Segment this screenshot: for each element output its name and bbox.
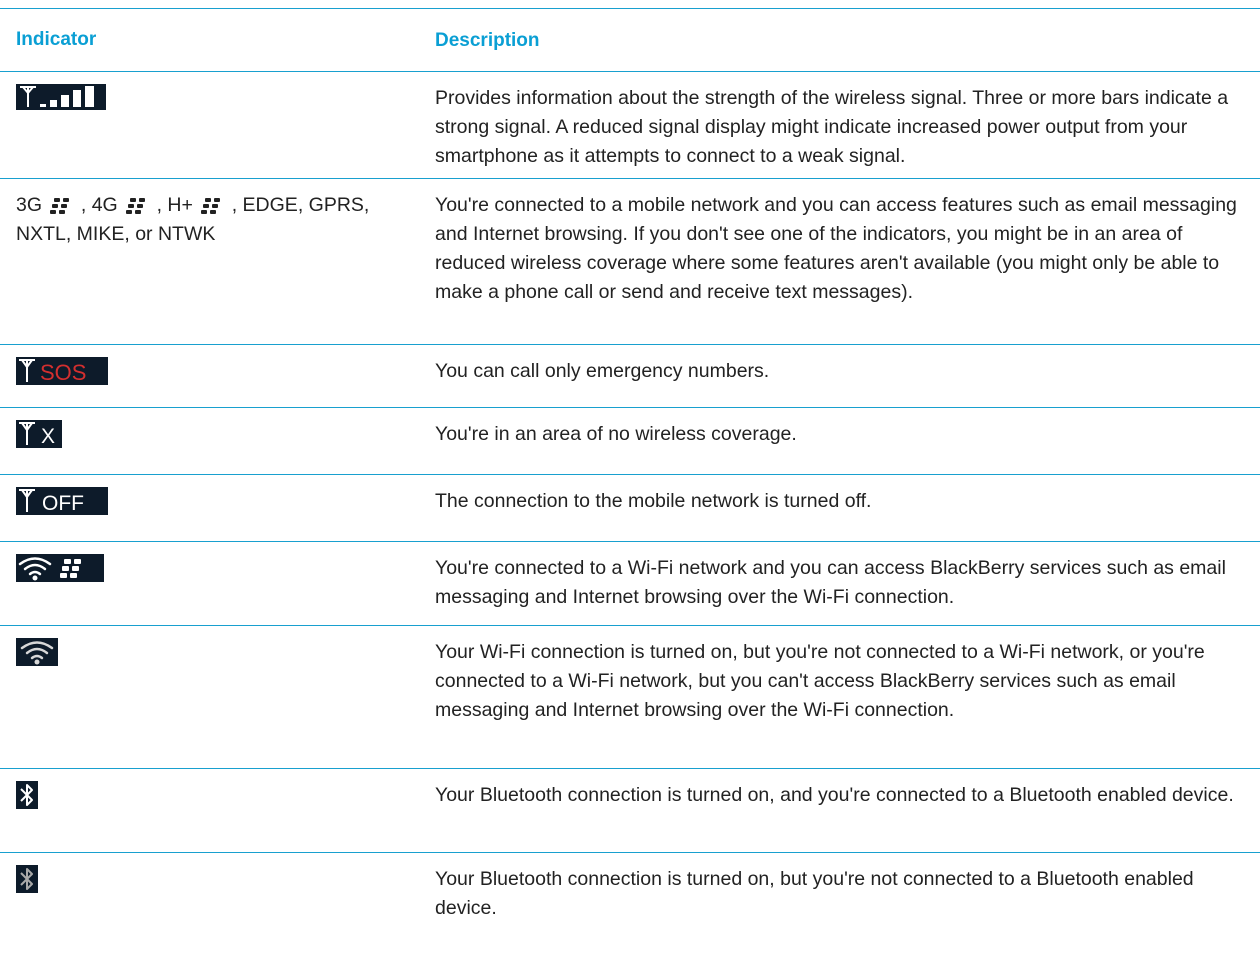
header-indicator: Indicator	[16, 29, 97, 50]
signal-no-coverage-icon: X	[16, 420, 416, 448]
indicator-cell: X	[0, 420, 416, 448]
wifi-blackberry-icon	[16, 554, 416, 582]
table-header: Indicator Description	[0, 8, 1260, 72]
wifi-icon	[16, 638, 416, 666]
table-row: Your Bluetooth connection is turned on, …	[0, 853, 1260, 939]
indicator-table: Indicator Description Provides informati…	[0, 8, 1260, 939]
description-cell: Provides information about the strength …	[435, 87, 1229, 167]
indicator-cell: OFF	[0, 487, 416, 515]
signal-strength-icon	[16, 84, 416, 110]
svg-text:SOS: SOS	[40, 360, 86, 385]
svg-text:X: X	[41, 425, 55, 448]
indicator-cell	[0, 865, 416, 893]
table-row: You're connected to a Wi-Fi network and …	[0, 542, 1260, 626]
description-cell: The connection to the mobile network is …	[435, 490, 872, 512]
bluetooth-connected-icon	[16, 781, 416, 809]
indicator-text-hplus: , H+	[156, 194, 193, 216]
indicator-cell	[0, 554, 416, 582]
table-row: 3G , 4G , H+ , EDGE, GPRS, NXTL, MIKE, o…	[0, 179, 1260, 345]
indicator-cell: SOS	[0, 357, 416, 385]
description-cell: You're connected to a Wi-Fi network and …	[435, 557, 1226, 608]
indicator-text-4g: , 4G	[80, 194, 118, 216]
table-row: SOS You can call only emergency numbers.	[0, 345, 1260, 408]
indicator-cell	[0, 638, 416, 666]
blackberry-logo-icon	[50, 198, 72, 214]
description-cell: You're connected to a mobile network and…	[435, 194, 1237, 303]
table-row: OFF The connection to the mobile network…	[0, 475, 1260, 542]
description-cell: Your Bluetooth connection is turned on, …	[435, 784, 1234, 806]
indicator-cell	[0, 781, 416, 809]
table-row: X You're in an area of no wireless cover…	[0, 408, 1260, 475]
indicator-cell: 3G , 4G , H+ , EDGE, GPRS, NXTL, MIKE, o…	[0, 191, 416, 249]
signal-sos-icon: SOS	[16, 357, 416, 385]
description-cell: You can call only emergency numbers.	[435, 360, 770, 382]
bluetooth-on-icon	[16, 865, 416, 893]
indicator-cell	[0, 84, 416, 110]
description-cell: You're in an area of no wireless coverag…	[435, 423, 797, 445]
signal-off-icon: OFF	[16, 487, 416, 515]
indicator-text-3g: 3G	[16, 194, 43, 216]
svg-text:OFF: OFF	[42, 492, 84, 515]
blackberry-logo-icon	[201, 198, 223, 214]
blackberry-logo-icon	[126, 198, 148, 214]
header-description: Description	[435, 29, 540, 51]
description-cell: Your Bluetooth connection is turned on, …	[435, 868, 1194, 919]
description-cell: Your Wi-Fi connection is turned on, but …	[435, 641, 1205, 721]
table-row: Your Bluetooth connection is turned on, …	[0, 769, 1260, 853]
table-row: Provides information about the strength …	[0, 72, 1260, 179]
table-row: Your Wi-Fi connection is turned on, but …	[0, 626, 1260, 769]
